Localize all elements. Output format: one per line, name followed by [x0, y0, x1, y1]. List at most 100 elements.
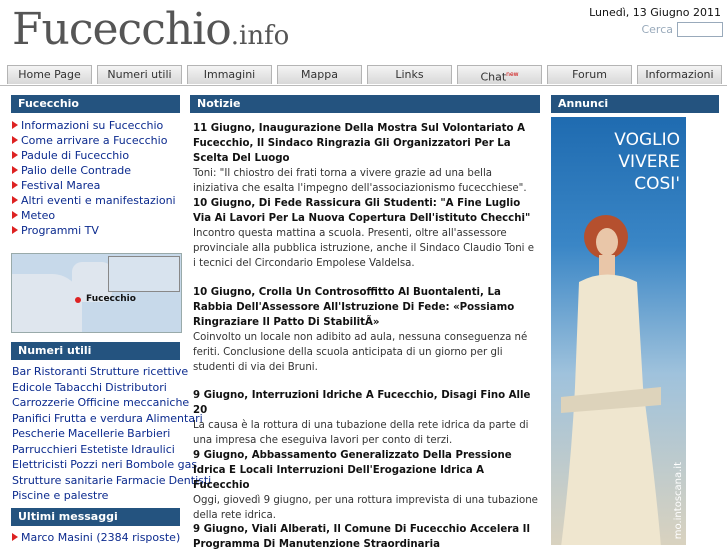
news-headline[interactable]: 10 Giugno, Crolla Un Controsoffitto Al B… — [193, 285, 538, 330]
news-item: 11 Giugno, Inaugurazione Della Mostra Su… — [193, 121, 538, 196]
logo-sub-text: .info — [230, 21, 290, 51]
tab-immagini[interactable]: Immagini — [187, 65, 272, 84]
new-badge: new — [506, 71, 519, 78]
map-location-label: Fucecchio — [86, 294, 136, 304]
ad-woman-image — [561, 215, 661, 545]
sidebar-item-come-arrivare[interactable]: Come arrivare a Fucecchio — [12, 133, 180, 148]
tab-forum[interactable]: Forum — [547, 65, 632, 84]
utili-link[interactable]: Tabacchi — [55, 381, 103, 394]
bullet-arrow-icon — [12, 166, 18, 174]
utili-link[interactable]: Macellerie — [68, 427, 124, 440]
ad-side-text: mo.intoscana.it — [673, 461, 684, 539]
utili-link[interactable]: Parrucchieri — [12, 443, 77, 456]
utili-link[interactable]: Officine meccaniche — [77, 396, 189, 409]
utili-link[interactable]: Ristoranti — [34, 365, 87, 378]
tab-label: Numeri utili — [107, 68, 172, 81]
utili-link[interactable]: Piscine e palestre — [12, 489, 108, 502]
news-headline[interactable]: 9 Giugno, Abbassamento Generalizzato Del… — [193, 448, 538, 493]
bullet-arrow-icon — [12, 136, 18, 144]
bullet-arrow-icon — [12, 211, 18, 219]
utili-link[interactable]: Pozzi neri — [70, 458, 122, 471]
bullet-arrow-icon — [12, 121, 18, 129]
news-summary: La causa è la rottura di una tubazione d… — [193, 420, 529, 446]
tab-label: Mappa — [301, 68, 338, 81]
sidebar-item-programmi-tv[interactable]: Programmi TV — [12, 223, 180, 238]
sidebar-item-meteo[interactable]: Meteo — [12, 208, 180, 223]
utili-link[interactable]: Pescherie — [12, 427, 65, 440]
ad-headline: VOGLIO VIVERE COSI' — [551, 129, 686, 195]
main-nav: Home Page Numeri utili Immagini Mappa Li… — [0, 65, 727, 86]
logo-main-text: Fucecchio — [12, 4, 232, 55]
ad-line: VIVERE — [618, 152, 680, 172]
news-summary: Toni: "Il chiostro dei frati torna a viv… — [193, 168, 527, 194]
sidebar-item-padule[interactable]: Padule di Fucecchio — [12, 148, 180, 163]
utili-link[interactable]: Strutture ricettive — [90, 365, 188, 378]
tab-label: Immagini — [203, 68, 256, 81]
tab-links[interactable]: Links — [367, 65, 452, 84]
numeri-utili-links: Bar Ristoranti Strutture ricettive Edicole… — [12, 364, 211, 504]
location-map[interactable]: Fucecchio — [11, 253, 182, 333]
news-summary: Coinvolto un locale non adibito ad aula,… — [193, 332, 528, 373]
sidebar-item-label: Come arrivare a Fucecchio — [21, 134, 168, 147]
ads-title: Annunci — [551, 95, 719, 113]
tab-chat[interactable]: Chatnew — [457, 65, 542, 84]
sidebar-item-label: Informazioni su Fucecchio — [21, 119, 164, 132]
bullet-arrow-icon — [12, 226, 18, 234]
news-item: 9 Giugno, Abbassamento Generalizzato Del… — [193, 448, 538, 523]
utili-link[interactable]: Edicole — [12, 381, 52, 394]
search-label: Cerca — [641, 23, 673, 36]
news-headline[interactable]: 11 Giugno, Inaugurazione Della Mostra Su… — [193, 121, 538, 166]
news-item: 10 Giugno, Di Fede Rassicura Gli Student… — [193, 196, 538, 271]
utili-link[interactable]: Distributori — [105, 381, 167, 394]
news-headline[interactable]: 9 Giugno, Interruzioni Idriche A Fucecch… — [193, 388, 538, 418]
sidebar-item-altri-eventi[interactable]: Altri eventi e manifestazioni — [12, 193, 180, 208]
news-headline[interactable]: 9 Giugno, Viali Alberati, Il Comune Di F… — [193, 522, 538, 552]
utili-link[interactable]: Barbieri — [127, 427, 170, 440]
location-marker-icon — [75, 297, 81, 303]
tab-informazioni[interactable]: Informazioni — [637, 65, 722, 84]
utili-link[interactable]: Frutta e verdura — [54, 412, 143, 425]
tab-label: Home Page — [18, 68, 81, 81]
search-box: Cerca — [641, 22, 723, 37]
sidebar-item-label: Meteo — [21, 209, 56, 222]
news-title: Notizie — [190, 95, 540, 113]
sidebar-item-label: Padule di Fucecchio — [21, 149, 130, 162]
sidebar-item-informazioni[interactable]: Informazioni su Fucecchio — [12, 118, 180, 133]
news-item: 9 Giugno, Interruzioni Idriche A Fucecch… — [193, 388, 538, 448]
sidebar-item-palio[interactable]: Palio delle Contrade — [12, 163, 180, 178]
ad-banner[interactable]: VOGLIO VIVERE COSI' mo.intoscana.it — [551, 117, 686, 545]
utili-link[interactable]: Idraulici — [131, 443, 175, 456]
utili-link[interactable]: Panifici — [12, 412, 51, 425]
tab-home-page[interactable]: Home Page — [7, 65, 92, 84]
utili-link[interactable]: Estetiste — [80, 443, 128, 456]
search-input[interactable] — [677, 22, 723, 37]
utili-link[interactable]: Strutture sanitarie — [12, 474, 113, 487]
bullet-arrow-icon — [12, 533, 18, 541]
map-inset — [108, 256, 180, 292]
tab-label: Forum — [572, 68, 607, 81]
tab-label: Links — [395, 68, 424, 81]
bullet-arrow-icon — [12, 181, 18, 189]
news-summary: Incontro questa mattina a scuola. Presen… — [193, 228, 534, 269]
tab-label: Chat — [480, 70, 507, 84]
bullet-arrow-icon — [12, 151, 18, 159]
tab-numeri-utili[interactable]: Numeri utili — [97, 65, 182, 84]
sidebar-item-festival-marea[interactable]: Festival Marea — [12, 178, 180, 193]
news-headline[interactable]: 10 Giugno, Di Fede Rassicura Gli Student… — [193, 196, 538, 226]
news-summary: Oggi, giovedì 9 giugno, per una rottura … — [193, 495, 538, 521]
sidebar-item-label: Altri eventi e manifestazioni — [21, 194, 176, 207]
sidebar-links: Informazioni su Fucecchio Come arrivare … — [12, 118, 180, 238]
utili-link[interactable]: Farmacie — [116, 474, 166, 487]
numeri-utili-title: Numeri utili — [11, 342, 180, 360]
message-item[interactable]: Marco Masini (2384 risposte) — [12, 531, 180, 544]
tab-label: Informazioni — [645, 68, 714, 81]
site-logo[interactable]: Fucecchio.info — [12, 4, 289, 62]
news-item: 10 Giugno, Crolla Un Controsoffitto Al B… — [193, 285, 538, 375]
utili-link[interactable]: Bar — [12, 365, 31, 378]
utili-link[interactable]: Elettricisti — [12, 458, 67, 471]
utili-link[interactable]: Bombole gas — [126, 458, 197, 471]
utili-link[interactable]: Carrozzerie — [12, 396, 74, 409]
tab-mappa[interactable]: Mappa — [277, 65, 362, 84]
sidebar-title: Fucecchio — [11, 95, 180, 113]
message-label: Marco Masini (2384 risposte) — [21, 531, 181, 544]
